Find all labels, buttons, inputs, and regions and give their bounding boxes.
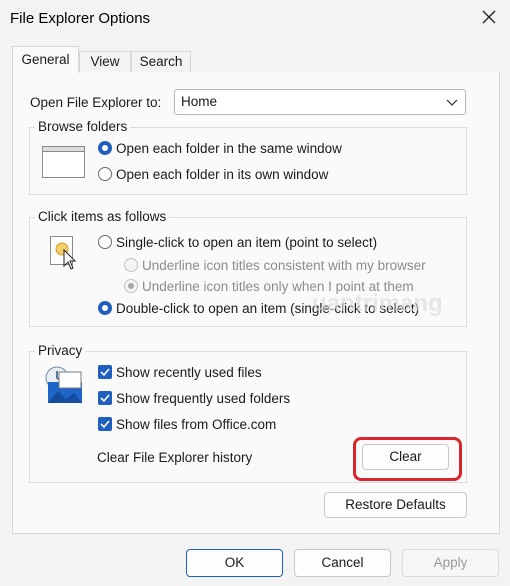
double-click-radio[interactable] (98, 301, 112, 315)
chevron-down-icon (445, 95, 459, 109)
close-icon[interactable] (478, 6, 500, 28)
tab-search[interactable]: Search (131, 51, 191, 72)
open-to-label: Open File Explorer to: (30, 95, 162, 110)
apply-button[interactable]: Apply (402, 549, 499, 577)
cancel-button[interactable]: Cancel (294, 549, 391, 577)
open-to-value: Home (181, 94, 218, 109)
click-items-legend: Click items as follows (35, 209, 170, 225)
office-files-checkbox[interactable] (98, 417, 112, 431)
ok-button[interactable]: OK (186, 549, 283, 577)
clear-history-label: Clear File Explorer history (97, 450, 253, 465)
browse-folders-legend: Browse folders (35, 119, 131, 135)
tab-view[interactable]: View (79, 51, 131, 72)
own-window-label[interactable]: Open each folder in its own window (116, 167, 328, 183)
own-window-radio[interactable] (98, 167, 112, 181)
single-click-label[interactable]: Single-click to open an item (point to s… (116, 235, 377, 251)
recent-files-checkbox[interactable] (98, 365, 112, 379)
single-click-radio[interactable] (98, 235, 112, 249)
clear-button-highlight (353, 437, 462, 481)
frequent-folders-label[interactable]: Show frequently used folders (116, 391, 290, 407)
privacy-legend: Privacy (35, 343, 86, 359)
watermark-text: uantrimang (312, 290, 443, 317)
tab-general[interactable]: General (12, 46, 79, 73)
window-title: File Explorer Options (10, 10, 151, 27)
underline-browser-radio[interactable] (124, 258, 138, 272)
pointer-click-icon (48, 236, 80, 272)
privacy-folder-icon (44, 364, 86, 404)
recent-files-label[interactable]: Show recently used files (116, 365, 262, 381)
office-files-label[interactable]: Show files from Office.com (116, 417, 276, 433)
underline-point-radio[interactable] (124, 279, 138, 293)
open-to-dropdown[interactable]: Home (174, 89, 466, 115)
same-window-label[interactable]: Open each folder in the same window (116, 141, 342, 157)
underline-browser-label[interactable]: Underline icon titles consistent with my… (142, 258, 426, 274)
restore-defaults-button[interactable]: Restore Defaults (324, 492, 467, 518)
frequent-folders-checkbox[interactable] (98, 391, 112, 405)
browse-window-icon (42, 146, 85, 178)
same-window-radio[interactable] (98, 141, 112, 155)
browse-folders-group (29, 127, 467, 195)
